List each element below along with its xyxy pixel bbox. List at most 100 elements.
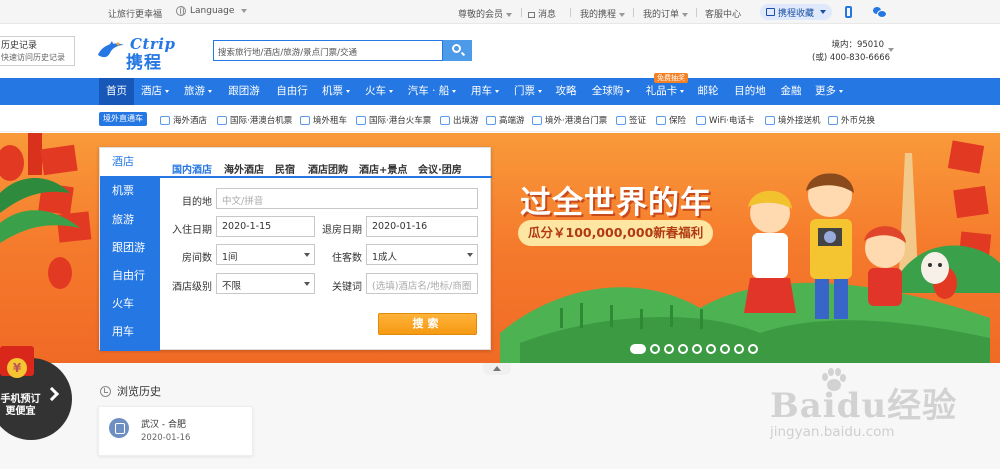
side-tab-group-tour[interactable]: 跟团游 <box>100 234 160 262</box>
hotel-level-select[interactable]: 不限 <box>216 273 315 294</box>
promo-badge: 免费抽奖 <box>654 73 688 83</box>
side-tab-hotel[interactable]: 酒店 <box>100 148 160 176</box>
side-tab-train[interactable]: 火车 <box>100 290 160 318</box>
subnav-airport-transfer[interactable]: 境外接送机 <box>765 114 821 126</box>
subnav-overseas-hotel[interactable]: 海外酒店 <box>160 114 207 126</box>
subnav-intl-train[interactable]: 国际·港台火车票 <box>356 114 431 126</box>
overseas-subnav: 境外直通车 海外酒店 国际·港澳台机票 境外租车 国际·港台火车票 出境游 高端… <box>0 106 1000 132</box>
mobile-phone-icon[interactable] <box>845 6 852 18</box>
service-center-link[interactable]: 客服中心 <box>705 7 741 20</box>
keyword-input[interactable]: (选填)酒店名/地标/商圈 <box>366 273 478 294</box>
nav-global-shop[interactable]: 全球购 <box>586 78 636 105</box>
subnav-insurance[interactable]: 保险 <box>656 114 686 126</box>
guests-select[interactable]: 1成人 <box>366 244 478 265</box>
nav-label: 火车 <box>365 85 386 97</box>
mobile-promo-text: 手机预订 更便宜 <box>0 394 43 418</box>
my-orders-menu[interactable]: 我的订单 <box>643 7 689 20</box>
keyword-label: 关键词 <box>332 282 362 293</box>
my-ctrip-menu[interactable]: 我的携程 <box>580 7 626 20</box>
carousel-dot[interactable] <box>706 344 716 354</box>
subnav-visa[interactable]: 签证 <box>616 114 646 126</box>
hotline[interactable]: 境内：95010 (或) 400-830-6666 <box>812 39 890 65</box>
nav-car[interactable]: 用车 <box>465 78 505 105</box>
nav-hotel[interactable]: 酒店 <box>136 78 174 105</box>
chevron-down-icon <box>208 89 212 93</box>
guests-label: 住客数 <box>332 253 362 264</box>
nav-more[interactable]: 更多 <box>810 78 848 105</box>
checkout-date-input[interactable]: 2020-01-16 <box>366 216 478 237</box>
nav-label: 自由行 <box>276 85 308 97</box>
tour-icon <box>440 115 450 125</box>
my-orders-label: 我的订单 <box>643 10 680 20</box>
ctrip-logo[interactable]: Ctrip 携程 <box>96 33 180 73</box>
nav-destination[interactable]: 目的地 <box>728 78 772 105</box>
nav-group-tour[interactable]: 跟团游 <box>222 78 266 105</box>
chevron-down-icon <box>304 253 310 257</box>
hotel-search-button[interactable]: 搜索 <box>378 313 477 335</box>
subnav-intl-flights[interactable]: 国际·港澳台机票 <box>217 114 292 126</box>
bus-icon <box>109 418 129 438</box>
checkin-date-input[interactable]: 2020-1-15 <box>216 216 315 237</box>
destination-input[interactable]: 中文/拼音 <box>216 188 478 209</box>
nav-train[interactable]: 火车 <box>359 78 399 105</box>
diamond-icon <box>486 115 496 125</box>
subnav-outbound-tour[interactable]: 出境游 <box>440 114 479 126</box>
booking-side-tabs: 酒店 机票 旅游 跟团游 自由行 火车 用车 <box>100 148 160 351</box>
tab-domestic-hotel[interactable]: 国内酒店 <box>172 161 212 176</box>
history-card[interactable]: 武汉 - 合肥 2020-01-16 <box>98 406 253 456</box>
side-tab-car[interactable]: 用车 <box>100 318 160 346</box>
nav-label: 跟团游 <box>228 85 260 97</box>
subnav-car-rental[interactable]: 境外租车 <box>300 114 347 126</box>
mobile-booking-promo[interactable]: ¥ 手机预订 更便宜 <box>0 346 80 440</box>
side-tab-free-travel[interactable]: 自由行 <box>100 262 160 290</box>
history-record-tab[interactable]: 历史记录 快速访问历史记录 <box>0 36 75 66</box>
collapse-up-icon[interactable] <box>483 363 511 375</box>
tab-overseas-hotel[interactable]: 海外酒店 <box>224 161 264 176</box>
carousel-dot[interactable] <box>664 344 674 354</box>
nav-flights[interactable]: 机票 <box>316 78 356 105</box>
nav-tickets[interactable]: 门票 <box>508 78 548 105</box>
divider <box>633 8 634 17</box>
carousel-dot[interactable] <box>678 344 688 354</box>
wechat-icon[interactable] <box>873 7 887 18</box>
carousel-dot[interactable] <box>630 344 646 354</box>
side-tab-tour[interactable]: 旅游 <box>100 206 160 234</box>
subnav-wifi[interactable]: WiFi·电话卡 <box>696 114 754 126</box>
side-tab-flights[interactable]: 机票 <box>100 177 160 205</box>
subnav-currency[interactable]: 外币兑换 <box>828 114 875 126</box>
messages-link[interactable]: 消息 <box>528 7 556 20</box>
chevron-down-icon[interactable] <box>888 48 894 52</box>
carousel-dot[interactable] <box>734 344 744 354</box>
nav-home[interactable]: 首页 <box>99 78 134 105</box>
nav-cruise[interactable]: 邮轮 <box>693 78 723 105</box>
language-selector[interactable]: Language <box>176 6 248 16</box>
subnav-label: 国际·港澳台机票 <box>230 116 293 126</box>
favorites-button[interactable]: 携程收藏 <box>760 4 833 20</box>
site-search-input[interactable]: 搜索旅行地/酒店/旅游/景点门票/交通 <box>213 40 443 61</box>
nav-bus-ship[interactable]: 汽车 · 船 <box>402 78 462 105</box>
mobile-promo-line2: 更便宜 <box>5 406 36 417</box>
mail-icon <box>528 11 535 18</box>
nav-tour[interactable]: 旅游 <box>178 78 218 105</box>
subnav-luxury-tour[interactable]: 高端游 <box>486 114 525 126</box>
history-record-subtitle: 快速访问历史记录 <box>1 53 65 62</box>
site-search-button[interactable] <box>443 40 472 61</box>
tab-meeting-group[interactable]: 会议·团房 <box>418 161 462 176</box>
carousel-dot[interactable] <box>650 344 660 354</box>
subnav-label: 国际·港台火车票 <box>369 116 432 126</box>
tab-hotel-groupbuy[interactable]: 酒店团购 <box>308 161 348 176</box>
carousel-dot[interactable] <box>692 344 702 354</box>
nav-guides[interactable]: 攻略 <box>551 78 581 105</box>
chevron-down-icon <box>619 12 626 17</box>
nav-label: 酒店 <box>141 85 162 97</box>
rooms-select[interactable]: 1间 <box>216 244 315 265</box>
tab-homestay[interactable]: 民宿 <box>275 161 295 176</box>
subnav-overseas-tickets[interactable]: 境外·港澳台门票 <box>532 114 607 126</box>
carousel-dot[interactable] <box>748 344 758 354</box>
nav-label: 汽车 · 船 <box>407 85 450 97</box>
tab-hotel-attraction[interactable]: 酒店+景点 <box>359 161 407 176</box>
nav-free-travel[interactable]: 自由行 <box>270 78 314 105</box>
carousel-dot[interactable] <box>720 344 730 354</box>
member-menu[interactable]: 尊敬的会员 <box>458 7 513 20</box>
nav-finance[interactable]: 金融 <box>776 78 806 105</box>
